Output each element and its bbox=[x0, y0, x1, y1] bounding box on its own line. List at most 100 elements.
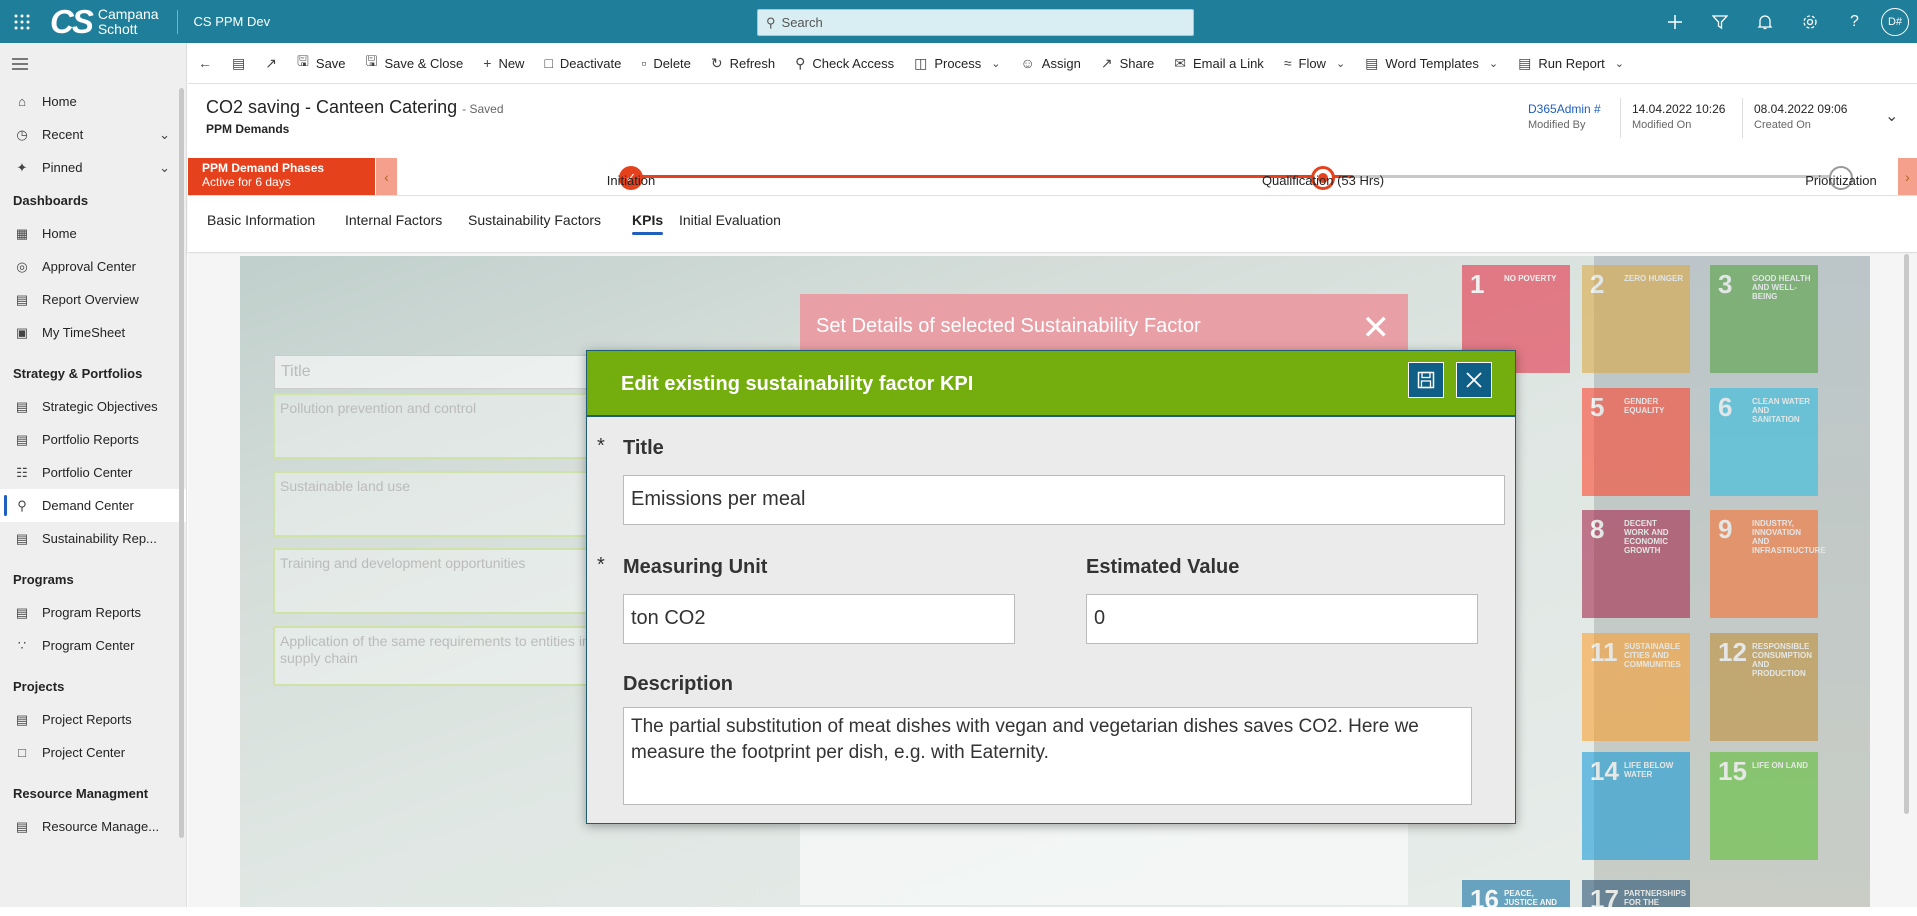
gear-icon[interactable] bbox=[1787, 0, 1832, 43]
process-icon: ◫ bbox=[914, 54, 928, 71]
report-icon: ▤ bbox=[15, 431, 29, 447]
search-box[interactable]: ⚲ Search bbox=[757, 9, 1194, 36]
chevron-down-icon[interactable]: ⌄ bbox=[159, 127, 170, 143]
report-icon: ▤ bbox=[15, 291, 29, 307]
new-button[interactable]: + New bbox=[473, 43, 534, 84]
bell-icon[interactable] bbox=[1742, 0, 1787, 43]
header-divider bbox=[1742, 98, 1743, 138]
factor-item[interactable]: Application of the same requirements to … bbox=[273, 626, 633, 686]
sdg-tile-16: 16 PEACE, JUSTICE AND STRONG bbox=[1462, 880, 1570, 916]
run-report-button[interactable]: ▤ Run Report ⌄ bbox=[1508, 43, 1634, 84]
process-button[interactable]: ◫ Process ⌄ bbox=[904, 43, 1010, 84]
report-icon: ▤ bbox=[15, 711, 29, 727]
chevron-down-icon[interactable]: ⌄ bbox=[1885, 106, 1898, 126]
sidebar-item-program-center[interactable]: ∵ Program Center bbox=[0, 629, 186, 662]
company-logo[interactable]: CS Campana Schott bbox=[50, 0, 159, 43]
sidebar-item-resource-management[interactable]: ▤ Resource Manage... bbox=[0, 810, 186, 843]
title-input[interactable]: Emissions per meal bbox=[623, 475, 1505, 525]
sidebar-scrollbar[interactable] bbox=[179, 88, 184, 838]
description-label: Description bbox=[623, 673, 734, 695]
modified-on-field: 14.04.2022 10:26 Modified On bbox=[1632, 102, 1726, 131]
save-status: - Saved bbox=[462, 102, 504, 116]
sidebar-item-portfolio-reports[interactable]: ▤ Portfolio Reports bbox=[0, 423, 186, 456]
entity-name: PPM Demands bbox=[206, 122, 290, 136]
sidebar-nav: ⌂ Home ◷ Recent ⌄ ✦ Pinned ⌄ Dashboards ▦ Home… bbox=[0, 43, 187, 907]
sidebar-item-timesheet[interactable]: ▣ My TimeSheet bbox=[0, 316, 186, 349]
email-link-button[interactable]: ✉ Email a Link bbox=[1164, 43, 1274, 84]
factor-item[interactable]: Sustainable land use bbox=[273, 471, 633, 537]
sidebar-item-portfolio-center[interactable]: ☷ Portfolio Center bbox=[0, 456, 186, 489]
bpf-active-stage[interactable]: PPM Demand Phases Active for 6 days bbox=[188, 158, 375, 195]
sidebar-item-demand-center[interactable]: ⚲ Demand Center bbox=[0, 489, 186, 522]
factor-item[interactable]: Pollution prevention and control bbox=[273, 393, 633, 459]
back-button[interactable]: ← bbox=[188, 43, 222, 84]
sdg-label: SUSTAINABLE CITIES AND COMMUNITIES bbox=[1624, 642, 1681, 669]
sidebar-heading-projects: Projects bbox=[13, 679, 65, 694]
sidebar-item-program-reports[interactable]: ▤ Program Reports bbox=[0, 596, 186, 629]
sidebar-item-dashboard-home[interactable]: ▦ Home bbox=[0, 217, 186, 250]
edit-kpi-dialog: Edit existing sustainability factor KPI … bbox=[586, 350, 1516, 824]
sidebar-item-project-reports[interactable]: ▤ Project Reports bbox=[0, 703, 186, 736]
sidebar-item-home[interactable]: ⌂ Home bbox=[0, 85, 186, 118]
hamburger-icon[interactable] bbox=[0, 43, 186, 85]
tab-basic-information[interactable]: Basic Information bbox=[207, 212, 315, 228]
sdg-tile-12: 12 RESPONSIBLE CONSUMPTION AND PRODUCTION bbox=[1710, 633, 1818, 741]
factor-title-field[interactable]: Title bbox=[274, 355, 634, 389]
record-set-button[interactable]: ▤ bbox=[222, 43, 255, 84]
measuring-unit-input[interactable]: ton CO2 bbox=[623, 594, 1015, 644]
dialog-save-button[interactable] bbox=[1408, 362, 1444, 398]
word-templates-button[interactable]: ▤ Word Templates ⌄ bbox=[1355, 43, 1508, 84]
app-name[interactable]: CS PPM Dev bbox=[194, 14, 271, 29]
deactivate-button[interactable]: □ Deactivate bbox=[534, 43, 631, 84]
command-bar: ← ▤ ↗ 🖫 Save 🖫 Save & Close + New □ Deactiva… bbox=[188, 43, 1917, 84]
stage-qualification[interactable]: Qualification (53 Hrs) bbox=[1213, 173, 1433, 188]
sidebar-item-pinned[interactable]: ✦ Pinned ⌄ bbox=[0, 151, 186, 184]
pin-icon: ✦ bbox=[16, 159, 28, 175]
sdg-tile-5: 5 GENDER EQUALITY bbox=[1582, 388, 1690, 496]
save-button[interactable]: 🖫 Save bbox=[287, 43, 356, 84]
close-icon[interactable]: ✕ bbox=[1362, 308, 1391, 348]
tab-kpis[interactable]: KPIs bbox=[632, 212, 664, 235]
assign-button[interactable]: ☺ Assign bbox=[1011, 43, 1091, 84]
report-icon: ▤ bbox=[15, 604, 29, 620]
sidebar-item-recent[interactable]: ◷ Recent ⌄ bbox=[0, 118, 186, 151]
modified-by-link[interactable]: D365Admin # bbox=[1528, 102, 1601, 116]
sidebar-item-project-center[interactable]: □ Project Center bbox=[0, 736, 186, 769]
description-textarea[interactable]: The partial substitution of meat dishes … bbox=[623, 707, 1472, 805]
search-placeholder: Search bbox=[781, 15, 823, 30]
objectives-icon: ▤ bbox=[15, 398, 29, 414]
app-launcher-icon[interactable] bbox=[0, 0, 44, 43]
factor-item[interactable]: Training and development opportunities bbox=[273, 548, 633, 614]
refresh-button[interactable]: ↻ Refresh bbox=[701, 43, 785, 84]
sidebar-item-strategic-objectives[interactable]: ▤ Strategic Objectives bbox=[0, 390, 186, 423]
tab-sustainability-factors[interactable]: Sustainability Factors bbox=[468, 212, 601, 228]
sidebar-item-approval-center[interactable]: ◎ Approval Center bbox=[0, 250, 186, 283]
flow-button[interactable]: ≈ Flow ⌄ bbox=[1274, 43, 1355, 84]
sidebar-item-sustainability-reports[interactable]: ▤ Sustainability Rep... bbox=[0, 522, 186, 555]
share-button[interactable]: ↗ Share bbox=[1091, 43, 1164, 84]
tab-initial-evaluation[interactable]: Initial Evaluation bbox=[679, 212, 781, 228]
avatar[interactable]: D# bbox=[1881, 7, 1909, 36]
delete-button[interactable]: ▫ Delete bbox=[631, 43, 701, 84]
estimated-value-input[interactable]: 0 bbox=[1086, 594, 1478, 644]
sdg-label: PEACE, JUSTICE AND STRONG bbox=[1504, 889, 1558, 916]
chevron-down-icon[interactable]: ⌄ bbox=[159, 160, 170, 176]
stage-prioritization[interactable]: Prioritization bbox=[1731, 173, 1917, 188]
sdg-label: LIFE BELOW WATER bbox=[1624, 761, 1674, 779]
check-access-button[interactable]: ⚲ Check Access bbox=[785, 43, 904, 84]
plus-icon[interactable] bbox=[1652, 0, 1697, 43]
sidebar-item-report-overview[interactable]: ▤ Report Overview bbox=[0, 283, 186, 316]
stage-initiation[interactable]: Initiation bbox=[521, 173, 741, 188]
plus-icon: + bbox=[483, 55, 492, 71]
tab-internal-factors[interactable]: Internal Factors bbox=[345, 212, 442, 228]
filter-icon[interactable] bbox=[1697, 0, 1742, 43]
dialog-close-button[interactable] bbox=[1456, 362, 1492, 398]
topbar-actions: ? D# bbox=[1652, 0, 1917, 43]
main-scrollbar[interactable] bbox=[1904, 254, 1909, 814]
open-new-window-button[interactable]: ↗ bbox=[255, 43, 287, 84]
save-close-button[interactable]: 🖫 Save & Close bbox=[356, 43, 474, 84]
help-icon[interactable]: ? bbox=[1832, 0, 1877, 43]
report-icon: ▤ bbox=[15, 530, 29, 546]
bpf-next-button[interactable]: › bbox=[1898, 158, 1917, 195]
bpf-previous-button[interactable]: ‹ bbox=[376, 158, 397, 195]
